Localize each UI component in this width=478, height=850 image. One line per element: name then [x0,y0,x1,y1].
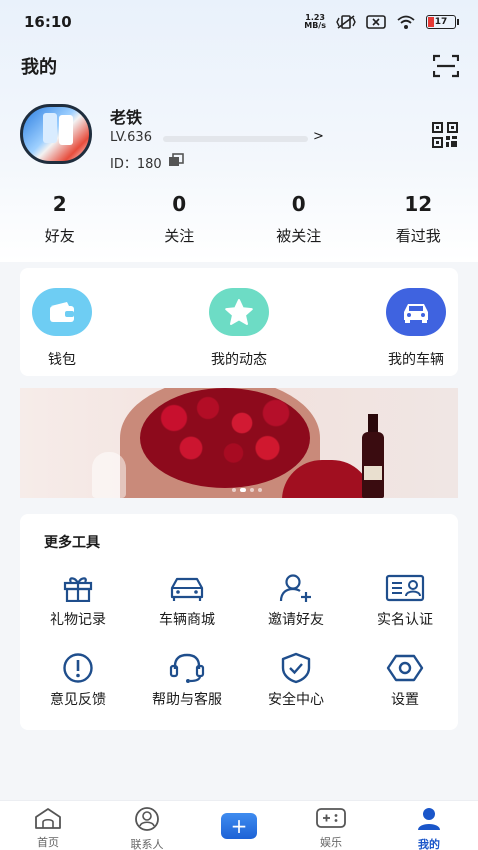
scan-icon[interactable] [433,54,459,78]
profile-icon [418,808,440,830]
net-speed-unit: MB/s [304,21,326,30]
security-center-button[interactable]: 安全中心 [246,652,346,709]
level-arrow[interactable]: > [313,129,324,144]
car-icon [386,288,446,336]
tab-label: 联系人 [130,838,164,850]
add-friend-icon [246,572,346,604]
headset-icon [137,652,237,684]
tool-label: 设置 [391,692,419,708]
banner-wine-label [364,466,382,480]
promo-banner[interactable] [20,388,458,498]
my-posts-button[interactable]: 我的动态 [189,288,289,369]
banner-roses-image [140,388,310,488]
profile-section[interactable]: 老铁 LV.636 > ID：180 [20,100,460,172]
user-id: ID：180 [110,157,162,172]
tab-label: 我的 [418,838,440,850]
stat-value: 0 [172,192,187,216]
page-title: 我的 [21,57,57,78]
tab-entertainment[interactable]: 娱乐 [296,807,366,850]
stat-label: 被关注 [276,227,322,245]
tool-label: 意见反馈 [50,692,106,708]
quick-actions-card: 钱包 我的动态 我的车辆 [20,268,458,376]
more-tools-card: 更多工具 礼物记录 车辆商城 邀请好友 实名认证 意见反馈 帮助与客服 安全中心… [20,514,458,730]
stat-followers[interactable]: 0 被关注 [239,192,359,252]
tools-title: 更多工具 [44,535,100,551]
tab-profile[interactable]: 我的 [394,807,464,850]
bottom-tab-bar: 首页 联系人 + 娱乐 我的 [0,800,478,850]
star-icon [209,288,269,336]
help-service-button[interactable]: 帮助与客服 [137,652,237,709]
shield-icon [246,652,346,684]
avatar[interactable] [20,104,92,164]
stats-row: 2 好友 0 关注 0 被关注 12 看过我 [0,192,478,252]
stat-label: 好友 [44,227,75,245]
battery-icon: 17 [426,15,459,29]
entertainment-icon [316,808,346,828]
vehicle-mall-button[interactable]: 车辆商城 [137,572,237,629]
settings-icon [355,652,455,684]
level-progress-bar [163,136,308,142]
tool-label: 实名认证 [377,612,433,628]
stat-label: 看过我 [395,227,441,245]
tool-label: 安全中心 [268,692,324,708]
settings-button[interactable]: 设置 [355,652,455,709]
banner-dot[interactable] [258,488,262,492]
home-icon [35,808,61,829]
stat-visitors[interactable]: 12 看过我 [359,192,478,252]
battery-level: 17 [434,17,448,27]
id-card-icon [355,572,455,604]
wallet-button[interactable]: 钱包 [12,288,112,369]
tool-label: 帮助与客服 [152,692,222,708]
stat-value: 12 [404,192,433,216]
tab-contacts[interactable]: 联系人 [112,807,182,850]
banner-pagination [232,488,262,492]
status-bar: 16:10 1.23 MB/s 17 [0,0,478,44]
invite-friends-button[interactable]: 邀请好友 [246,572,346,629]
level-text: LV.636 [110,130,152,145]
wifi-icon [397,15,415,29]
page-header: 我的 [21,52,459,80]
tool-label: 邀请好友 [268,612,324,628]
status-time: 16:10 [24,13,72,31]
stat-value: 0 [291,192,306,216]
banner-dot[interactable] [232,488,236,492]
real-name-auth-button[interactable]: 实名认证 [355,572,455,629]
stat-value: 2 [52,192,67,216]
stat-following[interactable]: 0 关注 [120,192,240,252]
feedback-icon [28,652,128,684]
stat-label: 关注 [164,227,195,245]
tab-label: 首页 [37,836,59,849]
feedback-button[interactable]: 意见反馈 [28,652,128,709]
sim-off-icon [366,15,386,29]
banner-candle-image [92,452,126,498]
gift-record-button[interactable]: 礼物记录 [28,572,128,629]
my-vehicles-button[interactable]: 我的车辆 [366,288,466,369]
quick-action-label: 我的动态 [211,352,267,368]
quick-action-label: 我的车辆 [388,352,444,368]
wallet-icon [32,288,92,336]
tab-home[interactable]: 首页 [13,807,83,850]
tool-label: 礼物记录 [50,612,106,628]
copy-icon[interactable] [168,153,184,167]
tab-label: 娱乐 [320,836,342,849]
nickname: 老铁 [110,108,143,127]
add-button[interactable]: + [221,813,257,839]
qr-code-icon[interactable] [432,122,458,148]
banner-dot[interactable] [250,488,254,492]
banner-wine-bottle [362,432,384,498]
net-speed: 1.23 MB/s [304,14,326,30]
vibrate-icon [336,15,356,29]
tool-label: 车辆商城 [159,612,215,628]
contacts-icon [135,807,159,831]
stat-friends[interactable]: 2 好友 [0,192,120,252]
car-mall-icon [137,572,237,604]
banner-dot-active[interactable] [240,488,246,492]
gift-icon [28,572,128,604]
quick-action-label: 钱包 [48,352,76,368]
